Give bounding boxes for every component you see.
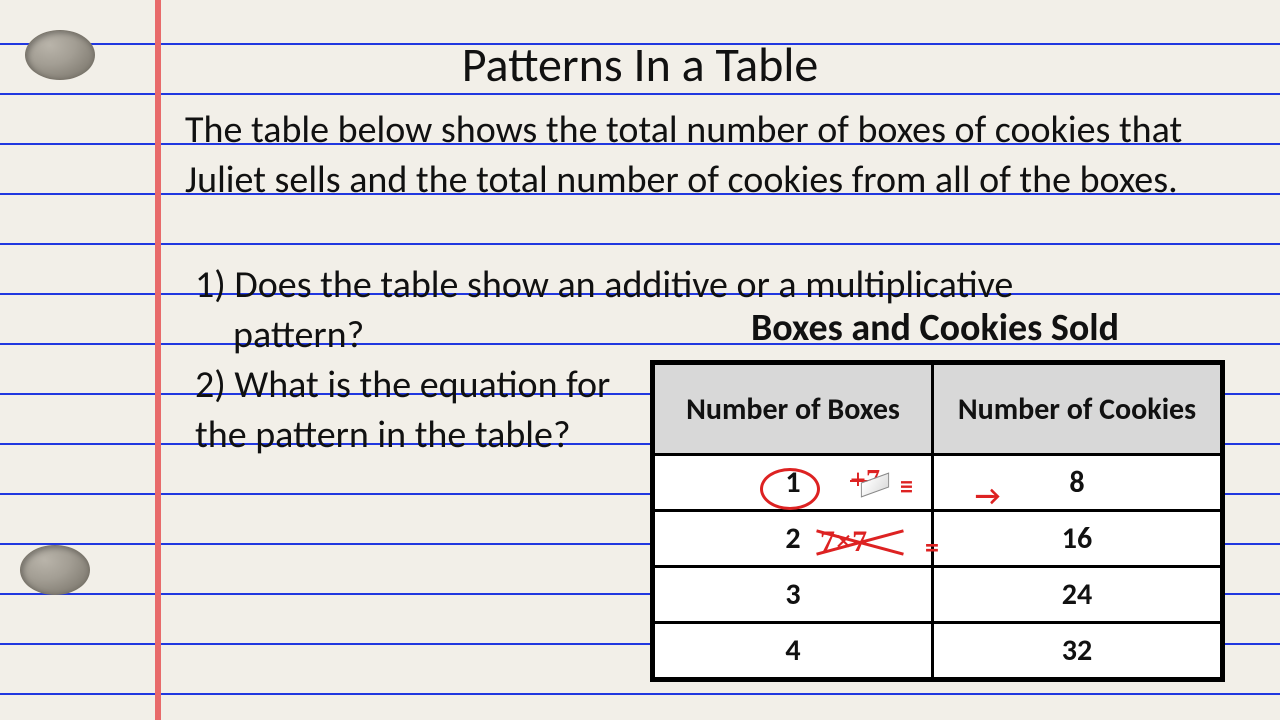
table-row: 4 32: [653, 623, 1223, 680]
cell-boxes: 1: [653, 455, 933, 511]
table-row: 3 24: [653, 567, 1223, 623]
question-2-text: What is the equation for the pattern in …: [195, 362, 610, 458]
cell-boxes: 2: [653, 511, 933, 567]
page-title: Patterns In a Table: [0, 35, 1280, 94]
question-1-number: 1): [195, 262, 226, 308]
table-header-row: Number of Boxes Number of Cookies: [653, 363, 1223, 455]
cell-cookies: 8: [933, 455, 1223, 511]
question-2: 2) What is the equation for the pattern …: [195, 360, 645, 460]
table-title: Boxes and Cookies Sold: [700, 305, 1170, 351]
cell-boxes: 3: [653, 567, 933, 623]
intro-text: The table below shows the total number o…: [185, 105, 1250, 205]
question-2-number: 2): [195, 362, 226, 408]
header-cookies: Number of Cookies: [933, 363, 1223, 455]
table-row: 1 8: [653, 455, 1223, 511]
data-table: Number of Boxes Number of Cookies 1 8 2 …: [650, 360, 1225, 682]
cell-cookies: 24: [933, 567, 1223, 623]
table-row: 2 16: [653, 511, 1223, 567]
cell-boxes: 4: [653, 623, 933, 680]
cell-cookies: 16: [933, 511, 1223, 567]
cell-cookies: 32: [933, 623, 1223, 680]
header-boxes: Number of Boxes: [653, 363, 933, 455]
question-1-line1: Does the table show an additive or a mul…: [234, 262, 1013, 308]
